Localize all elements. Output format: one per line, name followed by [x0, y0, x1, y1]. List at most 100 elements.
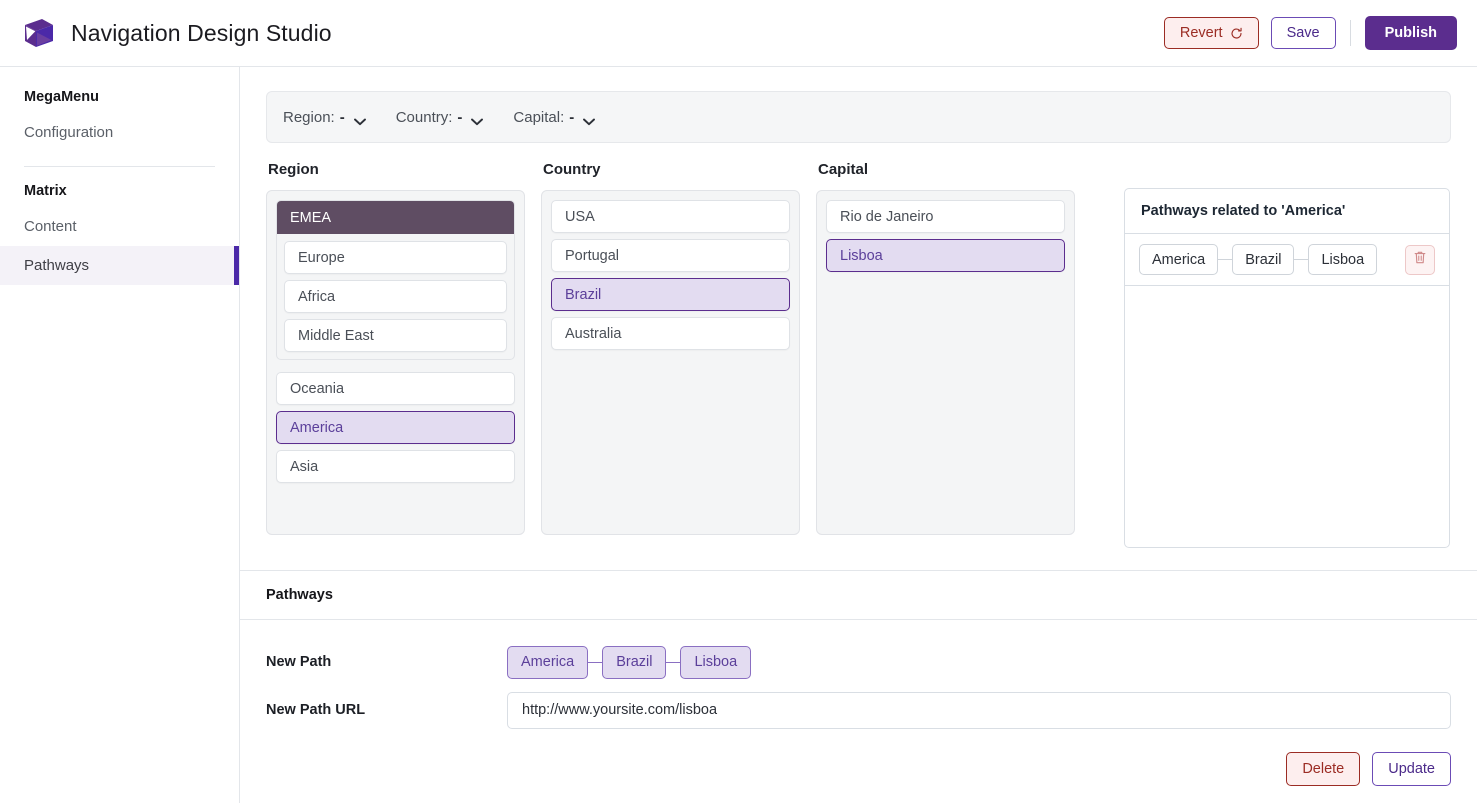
new-path-url-label: New Path URL [266, 702, 366, 718]
app-title: Navigation Design Studio [71, 19, 332, 46]
brand: Navigation Design Studio [22, 16, 332, 50]
update-button[interactable]: Update [1372, 752, 1451, 786]
sidebar-divider [24, 166, 215, 167]
group-header-emea[interactable]: EMEA [277, 201, 514, 234]
matrix-node-label: Oceania [290, 380, 345, 397]
related-pathways-panel: Pathways related to 'America' America Br… [1124, 188, 1450, 548]
pathway-chip-brazil[interactable]: Brazil [1232, 244, 1295, 275]
sidebar-item-content[interactable]: Content [0, 207, 239, 246]
filter-country-value: - [457, 108, 463, 126]
matrix-node-asia[interactable]: Asia [276, 450, 515, 483]
matrix-columns: Region EMEA Europe Africa Middle East Oc… [266, 161, 1451, 548]
filter-capital-value: - [569, 108, 575, 126]
filter-country-label: Country: [395, 108, 453, 126]
matrix-node-oceania[interactable]: Oceania [276, 372, 515, 405]
new-path-chip-brazil[interactable]: Brazil [602, 645, 667, 679]
filter-country[interactable]: Country: - [396, 109, 484, 126]
toolbar-divider [1349, 20, 1351, 46]
pathway-chip-lisboa[interactable]: Lisboa [1308, 244, 1378, 275]
form-actions: Delete Update [240, 734, 1477, 786]
column-list-capital: Rio de Janeiro Lisboa [816, 190, 1075, 535]
trash-icon [1413, 250, 1427, 270]
chevron-down-icon [583, 113, 596, 126]
matrix-node-label: Australia [565, 325, 622, 342]
matrix-node-label: Asia [290, 458, 319, 475]
matrix-node-america[interactable]: America [276, 411, 515, 444]
related-pathways-title: Pathways related to 'America' [1125, 189, 1449, 234]
filter-capital-label: Capital: [513, 108, 565, 126]
sidebar-item-label: Pathways [24, 257, 90, 274]
new-path-chip-america[interactable]: America [507, 645, 589, 679]
column-list-country: USA Portugal Brazil Australia [541, 190, 800, 535]
top-bar: Navigation Design Studio Revert Save Pub… [0, 0, 1477, 67]
matrix-node-label: Middle East [298, 327, 374, 344]
group-body-emea: Europe Africa Middle East [277, 234, 514, 359]
matrix-node-portugal[interactable]: Portugal [551, 239, 790, 272]
sidebar-group-title-matrix: Matrix [24, 183, 67, 199]
form-row-new-path: New Path America Brazil Lisboa [266, 638, 1451, 686]
matrix-node-label: Africa [298, 288, 336, 305]
matrix-node-usa[interactable]: USA [551, 200, 790, 233]
matrix-node-label: Lisboa [840, 247, 883, 264]
pathway-chain: America Brazil Lisboa [1139, 244, 1378, 275]
new-path-label: New Path [266, 654, 332, 670]
matrix-node-rio-de-janeiro[interactable]: Rio de Janeiro [826, 200, 1065, 233]
matrix-node-europe[interactable]: Europe [284, 241, 507, 274]
filter-region[interactable]: Region: - [283, 109, 366, 126]
save-button[interactable]: Save [1270, 17, 1336, 49]
chain-link [1294, 259, 1309, 260]
delete-button[interactable]: Delete [1286, 752, 1361, 786]
related-pathways-empty-area [1125, 286, 1449, 547]
matrix-node-brazil[interactable]: Brazil [551, 278, 790, 311]
column-title-region: Region [268, 161, 319, 178]
new-path-url-input[interactable] [507, 691, 1451, 729]
chain-link [588, 661, 603, 663]
matrix-node-label: America [290, 419, 344, 436]
column-list-region: EMEA Europe Africa Middle East Oceania A… [266, 190, 525, 535]
app-body: MegaMenu Configuration Matrix Content Pa… [0, 67, 1477, 803]
revert-button[interactable]: Revert [1163, 17, 1259, 49]
column-title-country: Country [543, 161, 601, 178]
matrix-column-region: Region EMEA Europe Africa Middle East Oc… [266, 161, 525, 535]
chevron-down-icon [353, 113, 366, 126]
revert-button-label: Revert [1179, 24, 1223, 41]
refresh-icon [1230, 27, 1243, 40]
sidebar-item-label: Content [24, 218, 77, 235]
sidebar-item-label: Configuration [24, 124, 114, 141]
matrix-node-lisboa[interactable]: Lisboa [826, 239, 1065, 272]
sidebar-item-configuration[interactable]: Configuration [0, 113, 239, 152]
publish-button-label: Publish [1384, 24, 1437, 41]
node-group-emea: EMEA Europe Africa Middle East [276, 200, 515, 360]
matrix-section: Region: - Country: - Capital: - Region E… [240, 67, 1477, 570]
matrix-node-label: USA [565, 208, 595, 225]
chain-link [666, 661, 681, 663]
column-title-capital: Capital [818, 161, 869, 178]
filter-region-value: - [339, 108, 345, 126]
publish-button[interactable]: Publish [1364, 16, 1457, 50]
matrix-node-middle-east[interactable]: Middle East [284, 319, 507, 352]
form-row-new-path-url: New Path URL [266, 686, 1451, 734]
filter-capital[interactable]: Capital: - [513, 108, 596, 126]
app-root: Navigation Design Studio Revert Save Pub… [0, 0, 1477, 803]
matrix-node-label: Europe [298, 249, 345, 266]
matrix-node-africa[interactable]: Africa [284, 280, 507, 313]
matrix-column-country: Country USA Portugal Brazil Australia [541, 161, 800, 535]
filter-region-label: Region: [283, 108, 335, 126]
save-button-label: Save [1286, 24, 1320, 41]
matrix-node-label: Brazil [565, 286, 602, 303]
new-path-chip-lisboa[interactable]: Lisboa [680, 645, 752, 679]
update-button-label: Update [1388, 760, 1435, 777]
chevron-down-icon [471, 113, 484, 126]
matrix-node-label: Portugal [565, 247, 620, 264]
sidebar-group-title-megamenu: MegaMenu [24, 89, 99, 105]
filter-bar: Region: - Country: - Capital: - [266, 91, 1451, 143]
top-bar-actions: Revert Save Publish [1163, 16, 1457, 50]
matrix-column-capital: Capital Rio de Janeiro Lisboa [816, 161, 1075, 535]
pathway-chip-america[interactable]: America [1139, 244, 1219, 275]
sidebar-item-pathways[interactable]: Pathways [0, 246, 239, 285]
matrix-node-australia[interactable]: Australia [551, 317, 790, 350]
delete-pathway-button[interactable] [1405, 244, 1435, 275]
related-pathways-column: Pathways related to 'America' America Br… [1124, 188, 1450, 548]
pathways-section-title: Pathways [266, 587, 333, 603]
matrix-node-label: Rio de Janeiro [840, 208, 934, 225]
